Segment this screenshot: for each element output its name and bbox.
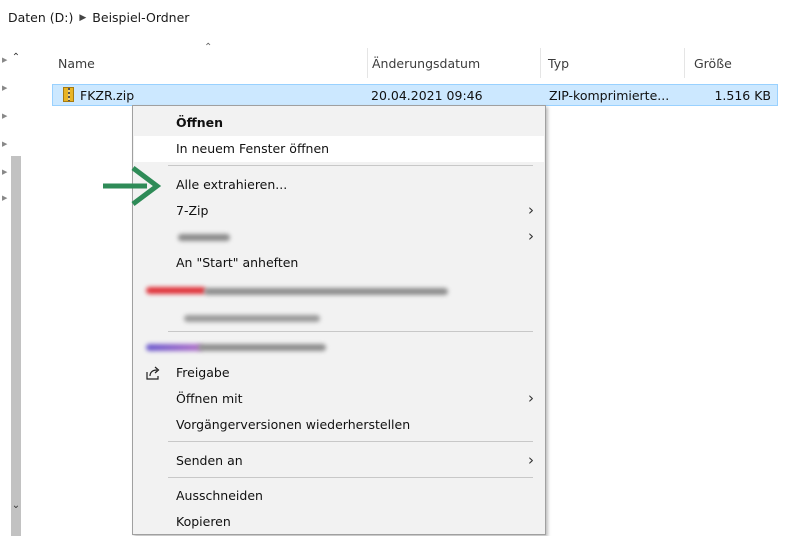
scroll-up-icon[interactable]: ⌃ [9,52,23,63]
green-arrow-icon [103,166,162,206]
menu-item-redacted[interactable] [134,278,544,304]
menu-item-send-to[interactable]: Senden an › [134,448,544,474]
scroll-down-icon[interactable]: ⌄ [9,500,23,511]
redacted-icon [146,344,202,351]
menu-item-label: In neuem Fenster öffnen [176,141,330,156]
redacted-label [178,234,230,241]
menu-item-label: Alle extrahieren... [176,177,288,192]
menu-item-redacted[interactable]: › [134,224,544,250]
column-header: ⌃ Name Änderungsdatum Typ Größe [52,42,786,78]
column-modified[interactable]: Änderungsdatum [372,56,480,71]
menu-separator [168,331,533,332]
menu-item-label: Öffnen mit [176,391,243,406]
breadcrumb: Daten (D:) ▶ Beispiel-Ordner [8,10,189,25]
menu-item-label: Freigabe [176,365,230,380]
menu-separator [168,477,533,478]
column-divider[interactable] [540,48,541,78]
chevron-right-icon: › [528,227,534,245]
menu-item-label: An "Start" anheften [176,255,299,270]
expand-caret-icon[interactable]: ▶ [2,56,7,64]
chevron-right-icon: › [528,389,534,407]
context-menu: Öffnen In neuem Fenster öffnen Alle extr… [132,105,546,535]
redacted-label [204,288,448,295]
breadcrumb-drive[interactable]: Daten (D:) [8,10,73,25]
menu-item-redacted[interactable] [134,334,544,360]
menu-item-cut[interactable]: Ausschneiden [134,483,544,509]
menu-item-redacted[interactable] [134,304,544,330]
menu-item-7zip[interactable]: 7-Zip › [134,198,544,224]
menu-item-label: Vorgängerversionen wiederherstellen [176,417,411,432]
column-divider[interactable] [367,48,368,78]
chevron-right-icon: › [528,201,534,219]
redacted-label [198,344,326,351]
menu-item-restore-previous[interactable]: Vorgängerversionen wiederherstellen [134,412,544,438]
scrollbar-thumb[interactable] [11,156,21,536]
file-size: 1.516 KB [714,88,771,103]
expand-caret-icon[interactable]: ▶ [2,140,7,148]
file-modified: 20.04.2021 09:46 [371,88,483,103]
breadcrumb-folder[interactable]: Beispiel-Ordner [92,10,189,25]
redacted-label [184,315,320,322]
menu-item-pin-start[interactable]: An "Start" anheften [134,250,544,276]
menu-item-open[interactable]: Öffnen [134,110,544,136]
menu-item-copy[interactable]: Kopieren [134,509,544,535]
share-icon [146,366,160,380]
menu-item-open-with[interactable]: Öffnen mit › [134,386,544,412]
expand-caret-icon[interactable]: ▶ [2,84,7,92]
redacted-icon [146,287,206,294]
column-name[interactable]: Name [58,56,95,71]
menu-item-label: Öffnen [176,115,224,130]
file-type: ZIP-komprimierte... [549,88,670,103]
sort-up-icon: ⌃ [204,42,213,53]
file-name: FKZR.zip [80,88,135,103]
menu-item-open-new-window[interactable]: In neuem Fenster öffnen [134,136,544,162]
breadcrumb-separator-icon: ▶ [79,12,87,23]
menu-item-share[interactable]: Freigabe [134,360,544,386]
column-type[interactable]: Typ [548,56,569,71]
expand-caret-icon[interactable]: ▶ [2,168,7,176]
navigation-pane: ▶ ▶ ▶ ▶ ▶ ▶ ⌃ ⌄ [0,48,23,536]
expand-caret-icon[interactable]: ▶ [2,194,7,202]
menu-item-label: Ausschneiden [176,488,263,503]
zip-file-icon [63,87,74,102]
file-row[interactable]: FKZR.zip 20.04.2021 09:46 ZIP-komprimier… [52,84,778,106]
column-size[interactable]: Größe [694,56,732,71]
menu-item-label: Senden an [176,453,243,468]
column-divider[interactable] [684,48,685,78]
menu-separator [168,165,533,166]
menu-item-label: 7-Zip [176,203,209,218]
chevron-right-icon: › [528,451,534,469]
expand-caret-icon[interactable]: ▶ [2,112,7,120]
menu-separator [168,441,533,442]
menu-item-extract-all[interactable]: Alle extrahieren... [134,172,544,198]
